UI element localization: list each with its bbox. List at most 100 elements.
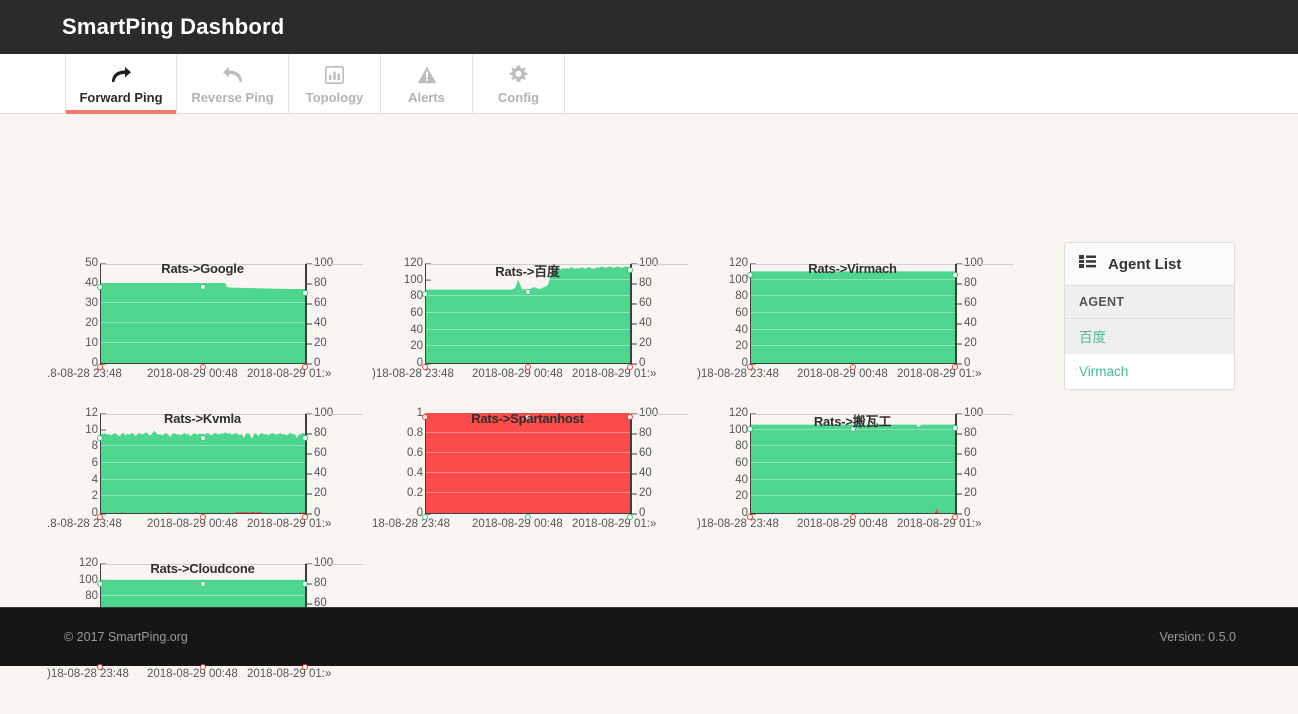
y-axis-tick: 10 xyxy=(85,423,98,436)
x-axis-tick: 2018-08-29 00:48 xyxy=(147,518,238,530)
tab-label: Forward Ping xyxy=(79,89,163,105)
warning-triangle-icon xyxy=(417,63,437,87)
x-axis-tick: 18-08-28 23:48 xyxy=(372,518,451,530)
y2-axis-tick: 40 xyxy=(314,467,327,479)
x-axis-tick: 2018-08-29 01:» xyxy=(572,518,657,530)
agent-list-title: Agent List xyxy=(1108,255,1182,273)
tab-forward-ping[interactable]: Forward Ping xyxy=(65,54,177,114)
ping-chart: 0 0.2 0.4 0.6 0.8 1 0 20 40 60 80 100 18-08-28 23:48… xyxy=(372,392,705,542)
y2-axis-tick: 60 xyxy=(314,447,327,459)
latency-series xyxy=(751,271,955,363)
app-footer: © 2017 SmartPing.org Version: 0.5.0 xyxy=(0,607,1298,666)
y-axis-tick: 8 xyxy=(91,440,98,453)
agent-list-header: Agent List xyxy=(1065,243,1234,286)
y2-axis-tick: 60 xyxy=(314,297,327,309)
plot-area xyxy=(100,262,363,364)
y-axis-tick: 40 xyxy=(735,473,748,486)
data-point-marker xyxy=(302,514,308,520)
y-axis-tick: 20 xyxy=(735,490,748,503)
right-axis xyxy=(305,414,307,514)
gear-icon xyxy=(509,63,528,87)
latency-series xyxy=(426,266,630,363)
data-point-marker xyxy=(422,364,428,370)
x-axis-tick: 2018-08-29 00:48 xyxy=(797,368,888,380)
y2-axis-tick: 40 xyxy=(639,467,652,479)
y2-axis-tick: 80 xyxy=(314,577,327,589)
tab-topology[interactable]: Topology xyxy=(289,54,381,113)
bar-chart-icon xyxy=(325,63,344,87)
tab-label: Config xyxy=(497,89,540,105)
y-axis-tick: 100 xyxy=(728,273,748,286)
agent-list-item[interactable]: Virmach xyxy=(1065,354,1234,389)
chart-title: Rats->搬瓦工 xyxy=(813,414,892,429)
data-point-marker xyxy=(199,364,206,370)
y-axis-tick: 6 xyxy=(91,457,98,469)
y2-axis-tick: 20 xyxy=(964,337,977,349)
y2-axis-tick: 40 xyxy=(964,317,977,329)
ping-chart: 0 2 4 6 8 10 12 0 20 40 60 80 100.8-08-28 23:48 2018-… xyxy=(47,392,380,542)
y-axis-tick: 100 xyxy=(728,423,748,436)
series-area xyxy=(426,413,630,513)
chart-title: Rats->Cloudcone xyxy=(150,561,255,576)
tab-alerts[interactable]: Alerts xyxy=(381,54,473,113)
y2-axis-tick: 20 xyxy=(639,487,652,499)
agent-item-label: Virmach xyxy=(1079,364,1129,379)
y-axis-tick: 20 xyxy=(735,340,748,353)
y-axis-tick: 12 xyxy=(85,407,98,419)
x-axis-tick: )18-08-28 23:48 xyxy=(697,368,779,380)
y-axis-tick: 80 xyxy=(735,290,748,303)
forward-arrow-icon xyxy=(110,63,132,87)
y2-axis-tick: 60 xyxy=(964,297,977,309)
tab-config[interactable]: Config xyxy=(473,54,565,113)
data-point-marker xyxy=(627,514,633,520)
x-axis-tick: .8-08-28 23:48 xyxy=(47,518,122,530)
latency-series xyxy=(101,283,305,363)
ping-chart: 020406080100120020406080100)18-08-28 23:… xyxy=(697,392,1030,542)
data-point-marker xyxy=(97,580,103,587)
chart-cell[interactable]: 0 10 20 30 40 50 0 20 40 60 80 100.8-08-28 23:48 201… xyxy=(47,242,380,392)
x-axis-tick: )18-08-28 23:48 xyxy=(47,668,129,680)
data-point-marker xyxy=(627,364,633,370)
y-axis-tick: 80 xyxy=(85,590,98,603)
x-axis-tick: )18-08-28 23:48 xyxy=(372,368,454,380)
data-point-marker xyxy=(97,284,103,290)
x-axis-tick: 2018-08-29 01:» xyxy=(247,518,332,530)
y-axis-tick: 0.2 xyxy=(407,487,423,499)
y-axis-tick: 0.4 xyxy=(407,467,423,479)
data-point-marker xyxy=(422,514,428,520)
list-icon xyxy=(1079,255,1096,273)
dashboard-content: 0 10 20 30 40 50 0 20 40 60 80 100.8-08-28 23:48 201… xyxy=(0,114,1298,680)
y-axis-tick: 100 xyxy=(403,273,423,286)
chart-cell[interactable]: 0 2 4 6 8 10 12 0 20 40 60 80 100.8-08-28 23:48 2018-… xyxy=(47,392,380,542)
chart-cell[interactable]: 020406080100120020406080100)18-08-28 23:… xyxy=(697,242,1030,392)
y2-axis-tick: 80 xyxy=(964,427,977,439)
y-axis-tick: 0.8 xyxy=(407,427,423,439)
chart-cell[interactable]: 020406080100120020406080100)18-08-28 23:… xyxy=(372,242,705,392)
x-axis-tick: 2018-08-29 01:» xyxy=(572,368,657,380)
x-axis-tick: 2018-08-29 00:48 xyxy=(472,368,563,380)
y2-axis-tick: 80 xyxy=(964,277,977,289)
data-point-marker xyxy=(199,580,206,587)
chart-cell[interactable]: 020406080100120020406080100)18-08-28 23:… xyxy=(697,392,1030,542)
x-axis-tick: 2018-08-29 00:48 xyxy=(797,518,888,530)
chart-cell[interactable]: 0 0.2 0.4 0.6 0.8 1 0 20 40 60 80 100 18-08-28 23:48… xyxy=(372,392,705,542)
reverse-arrow-icon xyxy=(222,63,244,87)
latency-series xyxy=(101,430,305,513)
plot-area xyxy=(100,412,363,514)
data-point-marker xyxy=(422,290,428,297)
chart-title: Rats->Virmach xyxy=(808,261,897,276)
ping-chart: 0 10 20 30 40 50 0 20 40 60 80 100.8-08-28 23:48 201… xyxy=(47,242,380,392)
right-axis xyxy=(955,264,957,364)
y-axis-tick: 20 xyxy=(85,317,98,329)
data-point-marker xyxy=(849,514,856,520)
y-axis-tick: 10 xyxy=(85,337,98,349)
y2-axis-tick: 80 xyxy=(639,427,652,439)
tab-reverse-ping[interactable]: Reverse Ping xyxy=(177,54,289,113)
y-axis-tick: 20 xyxy=(410,340,423,353)
y2-axis-tick: 80 xyxy=(314,427,327,439)
agent-list-item[interactable]: 百度 xyxy=(1065,319,1234,354)
y-axis-tick: 40 xyxy=(735,323,748,336)
series-area xyxy=(101,263,305,363)
x-axis-tick: .8-08-28 23:48 xyxy=(47,368,122,380)
data-point-marker xyxy=(97,664,103,670)
